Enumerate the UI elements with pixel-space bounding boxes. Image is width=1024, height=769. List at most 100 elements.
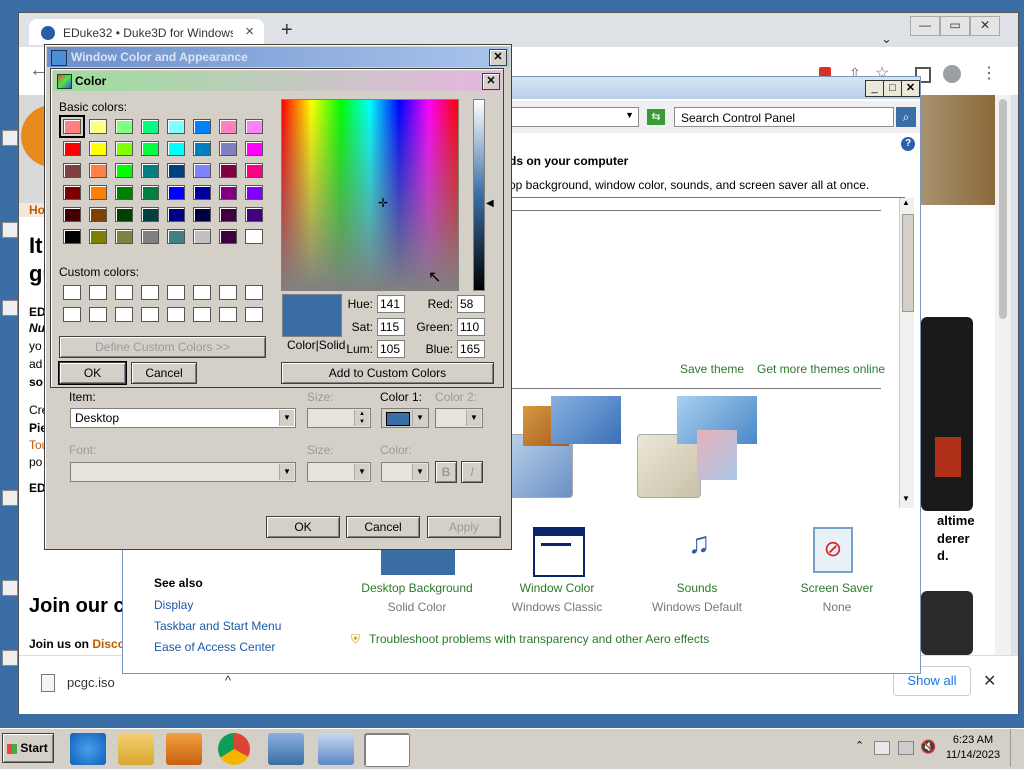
color2-picker[interactable]: ▼ (435, 408, 483, 428)
basic-color-swatch[interactable] (115, 185, 133, 200)
custom-color-swatch[interactable] (141, 307, 159, 322)
sounds-icon[interactable]: ♫ (675, 527, 723, 571)
basic-color-swatch[interactable] (193, 163, 211, 178)
desktop-icon[interactable] (2, 222, 18, 238)
window-color-icon[interactable] (533, 527, 585, 577)
internet-explorer-icon[interactable] (70, 733, 106, 765)
custom-color-swatch[interactable] (89, 307, 107, 322)
clock-date[interactable]: 11/14/2023 (944, 749, 1002, 761)
hue-saturation-spectrum[interactable]: ✛ (281, 99, 459, 291)
item-select[interactable]: Desktop ▼ (70, 408, 296, 428)
basic-color-swatch[interactable] (193, 141, 211, 156)
display-settings-icon[interactable] (364, 733, 410, 767)
basic-color-swatch[interactable] (63, 185, 81, 200)
basic-color-swatch[interactable] (245, 229, 263, 244)
basic-color-swatch[interactable] (167, 163, 185, 178)
minimize-button[interactable]: — (910, 16, 940, 36)
basic-color-swatch[interactable] (89, 229, 107, 244)
basic-color-swatch[interactable] (63, 141, 81, 156)
refresh-icon[interactable]: ⇆ (647, 109, 665, 125)
basic-color-swatch[interactable] (245, 207, 263, 222)
red-input[interactable]: 58 (457, 295, 485, 313)
basic-color-swatch[interactable] (219, 207, 237, 222)
basic-color-swatch[interactable] (193, 207, 211, 222)
font-color-picker[interactable]: ▼ (381, 462, 429, 482)
close-button[interactable]: ✕ (482, 73, 500, 90)
basic-color-swatch[interactable] (219, 163, 237, 178)
desktop-icon[interactable] (2, 490, 18, 506)
see-also-taskbar-link[interactable]: Taskbar and Start Menu (154, 619, 281, 633)
troubleshoot-link[interactable]: Troubleshoot problems with transparency … (369, 632, 709, 646)
basic-color-swatch[interactable] (89, 119, 107, 134)
screen-saver-link[interactable]: Screen Saver None (777, 581, 897, 614)
custom-color-swatch[interactable] (219, 307, 237, 322)
font-select[interactable]: ▼ (70, 462, 296, 482)
see-also-ease-of-access-link[interactable]: Ease of Access Center (154, 640, 275, 654)
desktop-background-link[interactable]: Desktop Background Solid Color (357, 581, 477, 614)
download-bar-close-icon[interactable]: ✕ (983, 671, 996, 691)
basic-color-swatch[interactable] (89, 207, 107, 222)
sat-input[interactable]: 115 (377, 318, 405, 336)
custom-color-swatch[interactable] (167, 285, 185, 300)
close-button[interactable]: ✕ (970, 16, 1000, 36)
basic-color-swatch[interactable] (115, 229, 133, 244)
basic-color-swatch[interactable] (89, 163, 107, 178)
custom-color-swatch[interactable] (63, 307, 81, 322)
show-desktop-button[interactable] (1010, 729, 1023, 767)
basic-color-swatch[interactable] (167, 185, 185, 200)
custom-color-swatch[interactable] (245, 285, 263, 300)
file-explorer-icon[interactable] (118, 733, 154, 765)
apply-button[interactable]: Apply (427, 516, 501, 538)
lum-pointer-icon[interactable]: ◀ (486, 198, 494, 209)
basic-color-swatch[interactable] (245, 119, 263, 134)
sounds-link[interactable]: Sounds Windows Default (637, 581, 757, 614)
tray-expand-icon[interactable]: ⌃ (855, 739, 864, 752)
lum-input[interactable]: 105 (377, 340, 405, 358)
tab-close-icon[interactable]: × (245, 23, 254, 40)
basic-color-swatch[interactable] (219, 119, 237, 134)
define-custom-colors-button[interactable]: Define Custom Colors >> (59, 336, 266, 358)
download-filename[interactable]: pcgc.iso (67, 675, 115, 690)
basic-color-swatch[interactable] (141, 207, 159, 222)
custom-color-swatch[interactable] (115, 307, 133, 322)
size-stepper[interactable]: ▲ ▼ (307, 408, 371, 428)
browser-tab[interactable]: EDuke32 • Duke3D for Windows × (29, 19, 264, 45)
basic-color-swatch[interactable] (59, 115, 85, 138)
desktop-icon[interactable] (2, 580, 18, 596)
basic-color-swatch[interactable] (219, 185, 237, 200)
basic-color-swatch[interactable] (167, 229, 185, 244)
start-button[interactable]: Start (2, 733, 54, 763)
basic-color-swatch[interactable] (141, 141, 159, 156)
blue-input[interactable]: 165 (457, 340, 485, 358)
basic-color-swatch[interactable] (167, 207, 185, 222)
search-input[interactable]: Search Control Panel (674, 107, 894, 127)
cancel-button[interactable]: Cancel (346, 516, 420, 538)
menu-kebab-icon[interactable]: ⋮ (981, 63, 997, 83)
new-tab-button[interactable]: + (281, 19, 293, 42)
basic-color-swatch[interactable] (193, 185, 211, 200)
green-input[interactable]: 110 (457, 318, 485, 336)
page-scrollbar[interactable] (995, 95, 1011, 655)
network-icon[interactable] (898, 741, 914, 755)
basic-color-swatch[interactable] (167, 119, 185, 134)
cancel-button[interactable]: Cancel (131, 362, 197, 384)
help-icon[interactable]: ? (901, 137, 915, 151)
desktop-icon[interactable] (2, 300, 18, 316)
see-also-display-link[interactable]: Display (154, 598, 193, 612)
basic-color-swatch[interactable] (89, 185, 107, 200)
scrollbar-thumb[interactable] (999, 99, 1007, 319)
profile-avatar-icon[interactable] (943, 65, 961, 83)
basic-color-swatch[interactable] (141, 185, 159, 200)
minimize-button[interactable]: _ (865, 80, 884, 97)
custom-color-swatch[interactable] (167, 307, 185, 322)
volume-muted-icon[interactable]: 🔇 (920, 739, 936, 755)
custom-color-swatch[interactable] (141, 285, 159, 300)
chrome-icon[interactable] (218, 733, 250, 765)
basic-color-swatch[interactable] (141, 119, 159, 134)
custom-color-swatch[interactable] (193, 307, 211, 322)
bold-button[interactable]: B (435, 461, 457, 483)
basic-color-swatch[interactable] (141, 163, 159, 178)
basic-color-swatch[interactable] (219, 229, 237, 244)
maximize-button[interactable]: □ (883, 80, 902, 97)
action-center-icon[interactable] (874, 741, 890, 755)
